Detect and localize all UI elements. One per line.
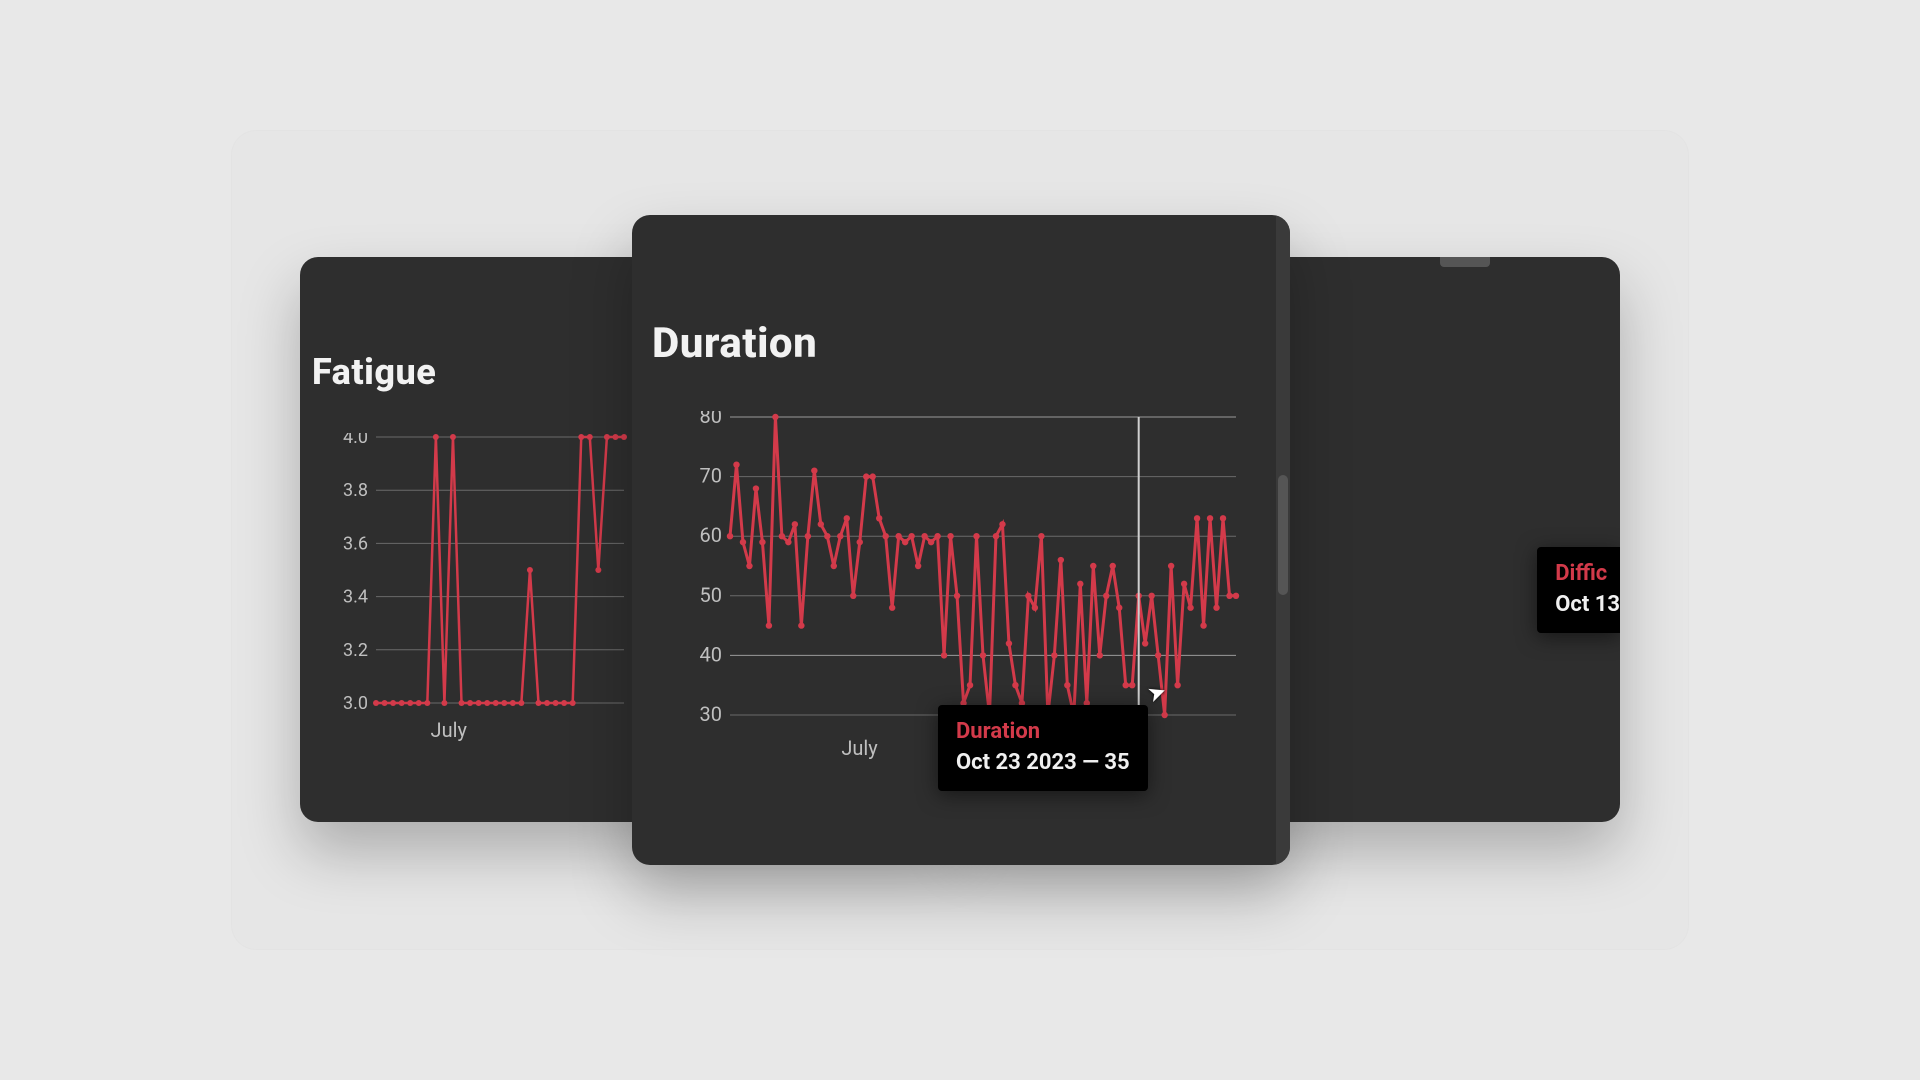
svg-text:July: July bbox=[841, 736, 878, 760]
scrollbar-track[interactable] bbox=[1276, 215, 1290, 865]
scrollbar-thumb[interactable] bbox=[1278, 475, 1288, 595]
svg-text:70: 70 bbox=[700, 464, 722, 488]
svg-text:3.8: 3.8 bbox=[343, 480, 368, 501]
svg-text:3.0: 3.0 bbox=[343, 693, 368, 714]
drag-handle[interactable] bbox=[1440, 257, 1490, 267]
svg-text:80: 80 bbox=[700, 411, 722, 428]
duration-tooltip: Duration Oct 23 2023 — 35 bbox=[938, 705, 1148, 791]
tooltip-title: Diffic bbox=[1555, 561, 1620, 586]
tooltip-value: Oct 13 bbox=[1555, 592, 1620, 617]
svg-text:30: 30 bbox=[700, 702, 722, 726]
svg-text:3.6: 3.6 bbox=[343, 533, 368, 554]
stage: Fatigue 3.03.23.43.63.84.0July Difficult… bbox=[232, 131, 1688, 949]
fatigue-chart[interactable]: 3.0 3.2 3.4 3.6 3.8 4.0 July bbox=[320, 433, 630, 743]
svg-text:3.4: 3.4 bbox=[343, 587, 368, 608]
svg-text:July: July bbox=[431, 718, 468, 742]
svg-text:4.0: 4.0 bbox=[343, 433, 368, 448]
fatigue-title: Fatigue bbox=[312, 351, 436, 393]
svg-text:3.2: 3.2 bbox=[343, 640, 368, 661]
difficulty-tooltip: Diffic Oct 13 bbox=[1537, 547, 1620, 633]
duration-title: Duration bbox=[652, 319, 817, 368]
tooltip-title: Duration bbox=[956, 719, 1130, 744]
duration-card: Duration 30 40 50 60 70 80 July Duration Oct 2… bbox=[632, 215, 1290, 865]
svg-text:50: 50 bbox=[700, 583, 722, 607]
svg-text:40: 40 bbox=[700, 642, 722, 666]
tooltip-value: Oct 23 2023 — 35 bbox=[956, 750, 1130, 775]
svg-text:60: 60 bbox=[700, 523, 722, 547]
